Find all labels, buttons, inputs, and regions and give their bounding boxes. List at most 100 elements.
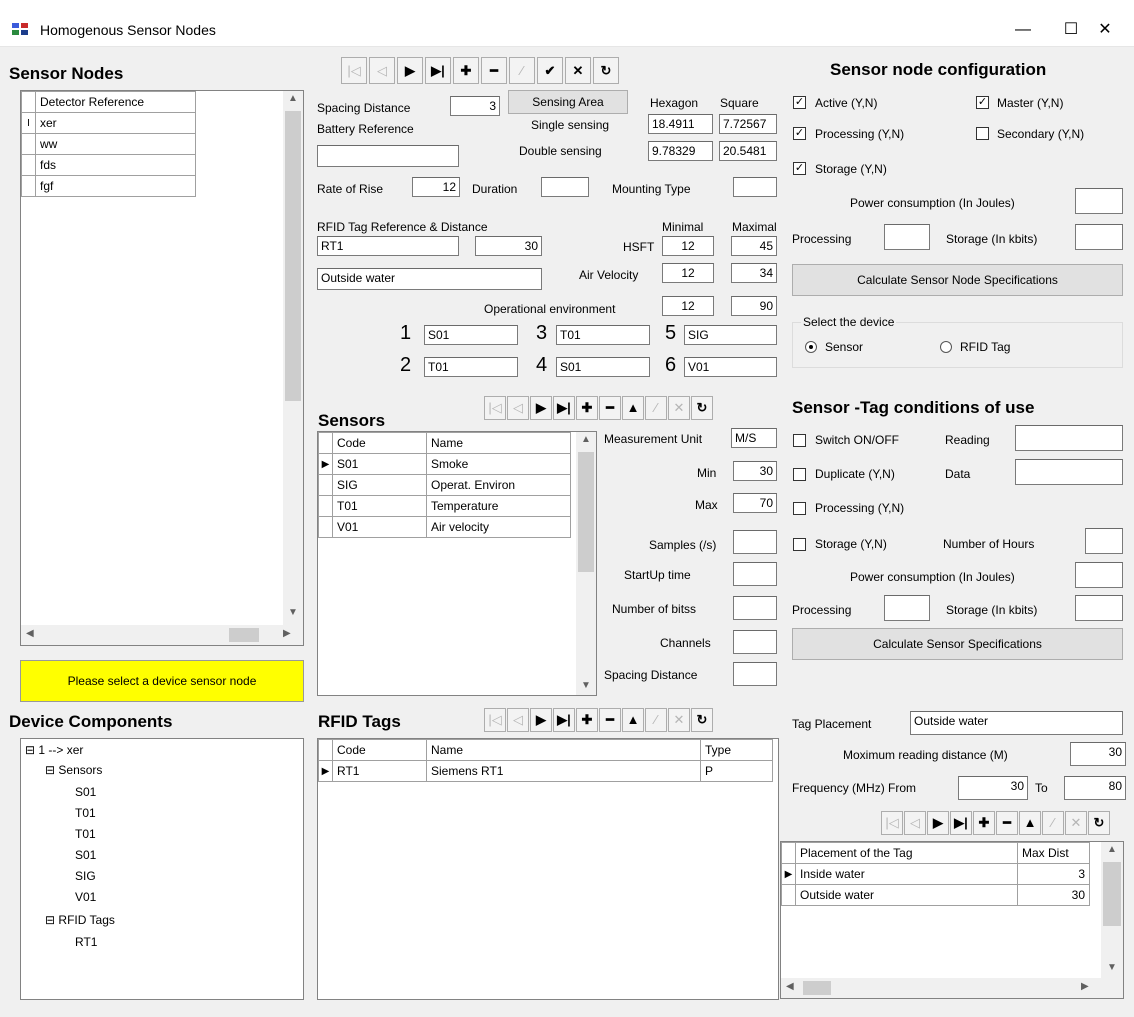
- active-checkbox[interactable]: ✓: [793, 96, 806, 109]
- tree-node-sensors[interactable]: ⊟ Sensors: [45, 763, 102, 777]
- cancel-record-icon[interactable]: ✕: [565, 57, 591, 84]
- move-up-icon[interactable]: ▲: [1019, 811, 1041, 835]
- scroll-thumb[interactable]: [578, 452, 594, 572]
- channels-field[interactable]: [733, 630, 777, 654]
- horizontal-scrollbar[interactable]: ◀ ▶: [781, 978, 1123, 998]
- op-env-min-field[interactable]: 12: [662, 296, 714, 316]
- op-env-max-field[interactable]: 90: [731, 296, 777, 316]
- calculate-node-specs-button[interactable]: Calculate Sensor Node Specifications: [792, 264, 1123, 296]
- add-record-icon[interactable]: ✚: [576, 396, 598, 420]
- scroll-right-icon[interactable]: ▶: [1081, 981, 1089, 992]
- first-record-icon[interactable]: |◁: [484, 708, 506, 732]
- table-cell[interactable]: SIG: [332, 474, 427, 496]
- table-row[interactable]: xer: [35, 112, 196, 134]
- table-cell[interactable]: Siemens RT1: [426, 760, 701, 782]
- add-record-icon[interactable]: ✚: [973, 811, 995, 835]
- table-cell[interactable]: T01: [332, 495, 427, 517]
- move-up-icon[interactable]: ▲: [622, 396, 644, 420]
- prior-record-icon[interactable]: ◁: [507, 396, 529, 420]
- edit-record-icon[interactable]: ⁄: [645, 396, 667, 420]
- tree-leaf[interactable]: V01: [75, 890, 96, 904]
- table-cell[interactable]: Smoke: [426, 453, 571, 475]
- horizontal-scrollbar[interactable]: ◀ ▶: [21, 625, 303, 645]
- delete-record-icon[interactable]: ━: [599, 396, 621, 420]
- prior-record-icon[interactable]: ◁: [369, 57, 395, 84]
- edit-record-icon[interactable]: ⁄: [645, 708, 667, 732]
- battery-reference-field[interactable]: [317, 145, 459, 167]
- table-cell[interactable]: V01: [332, 516, 427, 538]
- last-record-icon[interactable]: ▶|: [950, 811, 972, 835]
- column-header-max-dist[interactable]: Max Dist: [1017, 842, 1090, 864]
- single-square-field[interactable]: 7.72567: [719, 114, 777, 134]
- spacing-distance-field[interactable]: 3: [450, 96, 500, 116]
- column-header-name[interactable]: Name: [426, 432, 571, 454]
- refresh-icon[interactable]: ↻: [593, 57, 619, 84]
- next-record-icon[interactable]: ▶: [927, 811, 949, 835]
- table-cell[interactable]: Operat. Environ: [426, 474, 571, 496]
- delete-record-icon[interactable]: ━: [996, 811, 1018, 835]
- spacing-distance-sensor-field[interactable]: [733, 662, 777, 686]
- column-header-placement[interactable]: Placement of the Tag: [795, 842, 1018, 864]
- refresh-icon[interactable]: ↻: [1088, 811, 1110, 835]
- bits-field[interactable]: [733, 596, 777, 620]
- min-field[interactable]: 30: [733, 461, 777, 481]
- tree-leaf[interactable]: RT1: [75, 935, 97, 949]
- edit-record-icon[interactable]: ⁄: [1042, 811, 1064, 835]
- tree-leaf[interactable]: T01: [75, 806, 96, 820]
- column-header-type[interactable]: Type: [700, 739, 773, 761]
- slot-field[interactable]: V01: [684, 357, 777, 377]
- table-row[interactable]: fgf: [35, 175, 196, 197]
- column-header-detector[interactable]: Detector Reference: [35, 91, 196, 113]
- duration-field[interactable]: [541, 177, 589, 197]
- table-cell[interactable]: 30: [1017, 884, 1090, 906]
- switch-checkbox[interactable]: [793, 434, 806, 447]
- first-record-icon[interactable]: |◁: [341, 57, 367, 84]
- air-velocity-min-field[interactable]: 12: [662, 263, 714, 283]
- slot-field[interactable]: SIG: [684, 325, 777, 345]
- column-header-code[interactable]: Code: [332, 432, 427, 454]
- hsft-min-field[interactable]: 12: [662, 236, 714, 256]
- hours-field[interactable]: [1085, 528, 1123, 554]
- tree-leaf[interactable]: S01: [75, 848, 96, 862]
- slot-field[interactable]: T01: [424, 357, 518, 377]
- samples-field[interactable]: [733, 530, 777, 554]
- secondary-checkbox[interactable]: [976, 127, 989, 140]
- table-cell[interactable]: Outside water: [795, 884, 1018, 906]
- table-row[interactable]: fds: [35, 154, 196, 176]
- scroll-left-icon[interactable]: ◀: [26, 628, 34, 639]
- sensor-radio[interactable]: [805, 341, 817, 353]
- table-cell[interactable]: RT1: [332, 760, 427, 782]
- double-square-field[interactable]: 20.5481: [719, 141, 777, 161]
- table-cell[interactable]: P: [700, 760, 773, 782]
- tree-leaf[interactable]: SIG: [75, 869, 96, 883]
- close-button[interactable]: ✕: [1082, 14, 1128, 46]
- tree-leaf[interactable]: T01: [75, 827, 96, 841]
- prior-record-icon[interactable]: ◁: [904, 811, 926, 835]
- scroll-thumb[interactable]: [1103, 862, 1121, 926]
- scroll-thumb-h[interactable]: [803, 981, 831, 995]
- cond-processing-value-field[interactable]: [884, 595, 930, 621]
- tree-root[interactable]: ⊟ 1 --> xer: [25, 743, 83, 757]
- cond-processing-checkbox[interactable]: [793, 502, 806, 515]
- collapse-icon[interactable]: ⊟: [45, 763, 55, 777]
- next-record-icon[interactable]: ▶: [530, 708, 552, 732]
- tree-node-rfid[interactable]: ⊟ RFID Tags: [45, 913, 115, 927]
- delete-record-icon[interactable]: ━: [599, 708, 621, 732]
- data-field[interactable]: [1015, 459, 1123, 485]
- refresh-icon[interactable]: ↻: [691, 396, 713, 420]
- cond-power-field[interactable]: [1075, 562, 1123, 588]
- tree-leaf[interactable]: S01: [75, 785, 96, 799]
- cancel-record-icon[interactable]: ✕: [668, 396, 690, 420]
- hsft-max-field[interactable]: 45: [731, 236, 777, 256]
- table-cell[interactable]: 3: [1017, 863, 1090, 885]
- next-record-icon[interactable]: ▶: [397, 57, 423, 84]
- mounting-type-field[interactable]: [733, 177, 777, 197]
- column-header-name[interactable]: Name: [426, 739, 701, 761]
- column-header-code[interactable]: Code: [332, 739, 427, 761]
- max-field[interactable]: 70: [733, 493, 777, 513]
- scroll-down-icon[interactable]: ▼: [581, 680, 591, 691]
- reading-field[interactable]: [1015, 425, 1123, 451]
- next-record-icon[interactable]: ▶: [530, 396, 552, 420]
- single-hexagon-field[interactable]: 18.4911: [648, 114, 713, 134]
- cond-storage-checkbox[interactable]: [793, 538, 806, 551]
